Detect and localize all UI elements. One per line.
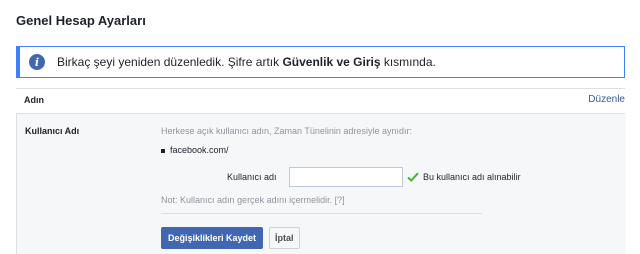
check-icon <box>407 172 419 182</box>
bullet-icon <box>161 148 165 153</box>
info-notice: i Birkaç şeyi yeniden düzenledik. Şifre … <box>16 46 625 78</box>
username-note: Not: Kullanıcı adın gerçek adını içermel… <box>161 195 345 205</box>
security-login-link[interactable]: Güvenlik ve Giriş <box>282 55 380 69</box>
profile-url: facebook.com/ <box>161 145 229 155</box>
username-section-label: Kullanıcı Adı <box>25 126 80 136</box>
username-section: Kullanıcı Adı Herkese açık kullanıcı adı… <box>16 114 626 254</box>
divider <box>161 213 482 214</box>
edit-name-link[interactable]: Düzenle <box>588 94 625 105</box>
info-icon: i <box>29 54 45 70</box>
availability-text: Bu kullanıcı adı alınabilir <box>423 172 521 182</box>
profile-url-text: facebook.com/ <box>170 145 229 155</box>
notice-text-before: Birkaç şeyi yeniden düzenledik. Şifre ar… <box>57 55 283 69</box>
cancel-button[interactable]: İptal <box>269 227 300 249</box>
name-settings-row[interactable]: Adın Düzenle <box>16 88 625 114</box>
availability-status: Bu kullanıcı adı alınabilir <box>407 172 521 182</box>
name-row-label: Adın <box>24 95 44 105</box>
notice-text-after: kısmında. <box>380 55 436 69</box>
username-field-label: Kullanıcı adı <box>227 172 277 182</box>
save-changes-button[interactable]: Değişiklikleri Kaydet <box>161 227 264 249</box>
help-link[interactable]: [?] <box>335 195 345 205</box>
username-description: Herkese açık kullanıcı adın, Zaman Tünel… <box>161 126 412 136</box>
note-prefix: Not: <box>161 195 181 205</box>
username-input[interactable] <box>289 167 403 187</box>
notice-text: Birkaç şeyi yeniden düzenledik. Şifre ar… <box>57 55 436 69</box>
page-title: Genel Hesap Ayarları <box>16 13 146 28</box>
note-text: Kullanıcı adın gerçek adını içermelidir. <box>180 195 333 205</box>
